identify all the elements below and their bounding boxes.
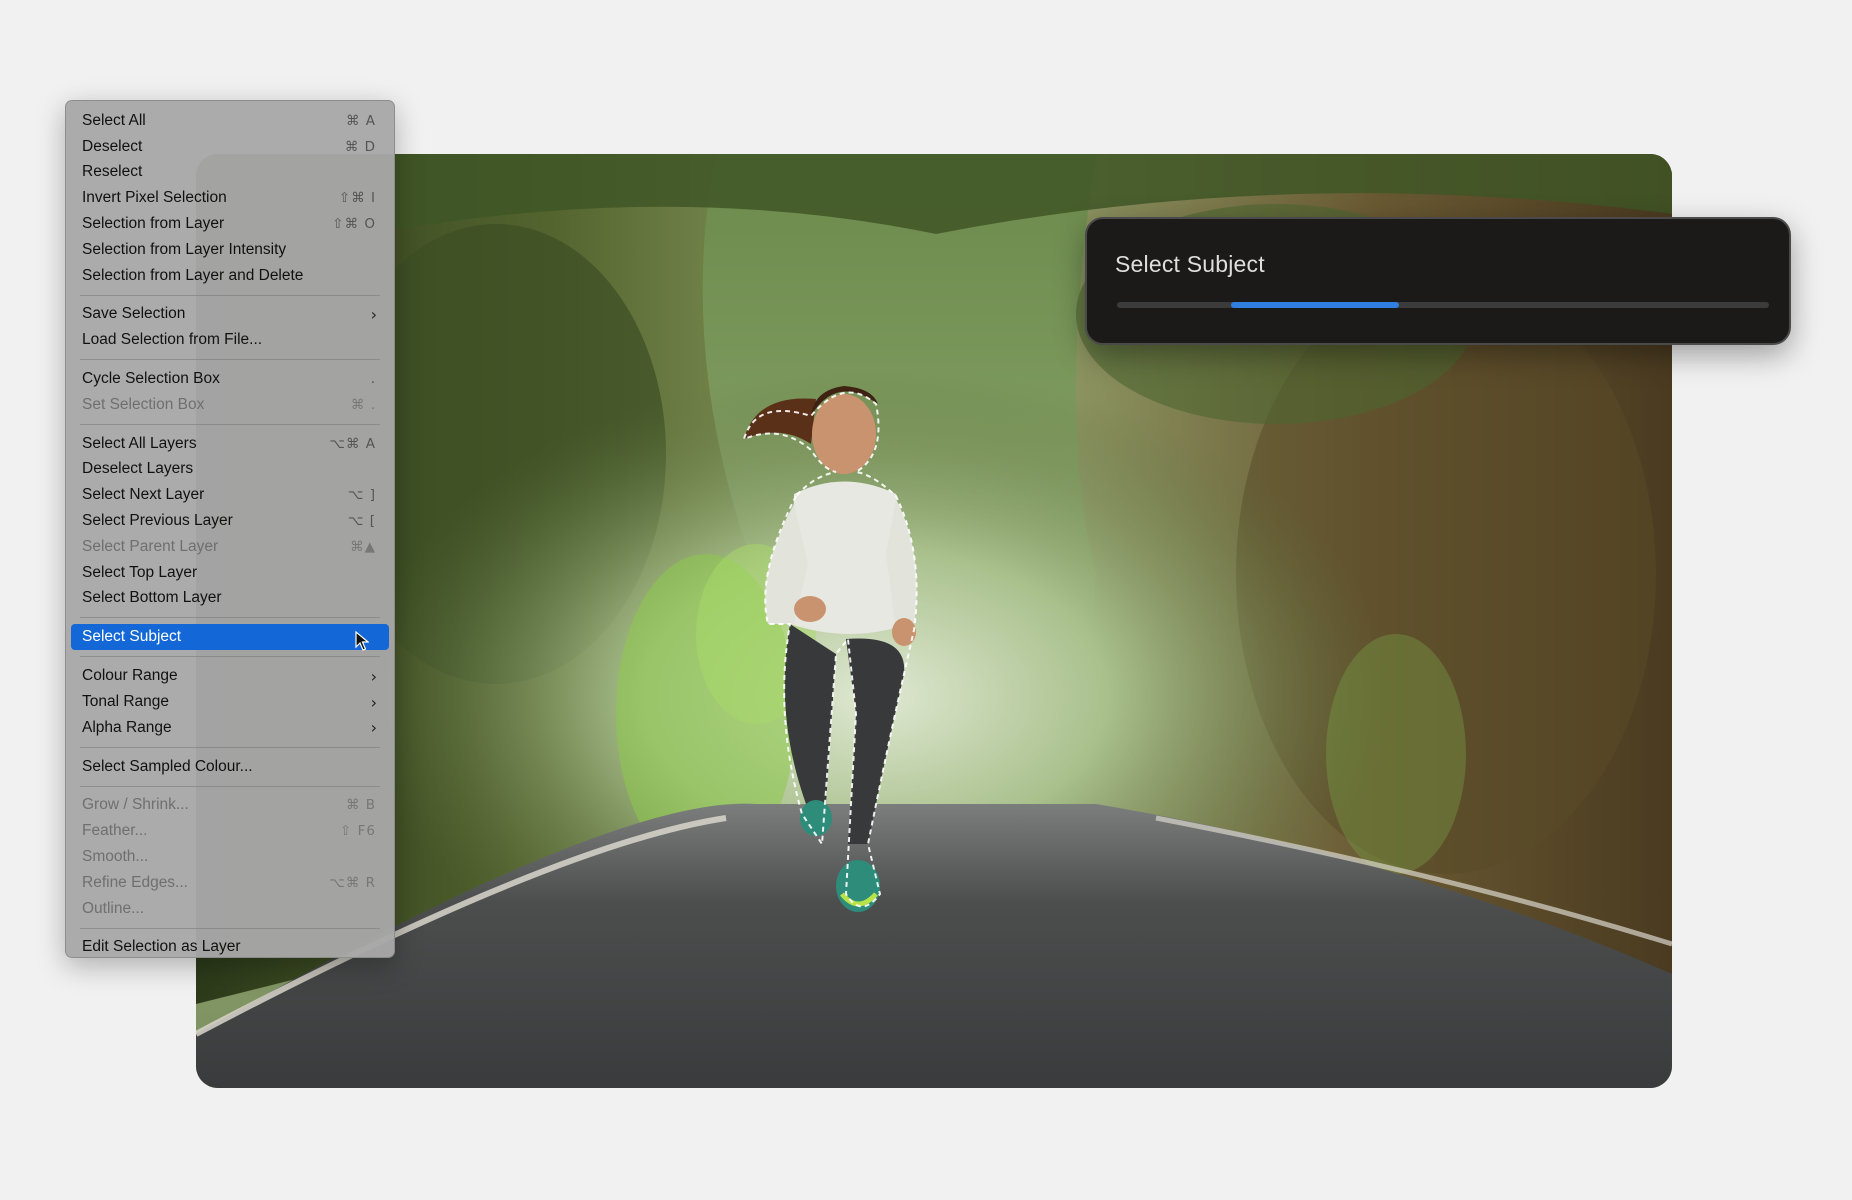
menu-item-label: Select Previous Layer bbox=[82, 512, 233, 530]
menu-separator bbox=[80, 785, 380, 787]
menu-item-label: Edit Selection as Layer bbox=[82, 938, 241, 956]
chevron-right-icon: › bbox=[370, 718, 377, 738]
chevron-right-icon: › bbox=[370, 666, 377, 686]
menu-item-grow-shrink: Grow / Shrink... ⌘ B bbox=[71, 793, 389, 819]
menu-item-shortcut: ⌥ ] bbox=[347, 487, 376, 504]
menu-separator bbox=[80, 294, 380, 296]
menu-item-shortcut: ⇧⌘ I bbox=[338, 190, 376, 207]
menu-item-shortcut: ⌘ D bbox=[344, 138, 376, 155]
menu-item-label: Selection from Layer bbox=[82, 215, 225, 233]
menu-item-label: Select Parent Layer bbox=[82, 537, 219, 555]
menu-item-outline: Outline... bbox=[71, 896, 389, 922]
menu-item-label: Selection from Layer Intensity bbox=[82, 240, 287, 258]
menu-item-label: Save Selection bbox=[82, 305, 186, 323]
menu-item-label: Selection from Layer and Delete bbox=[82, 266, 304, 284]
select-menu: Select All ⌘ A Deselect ⌘ D Reselect Invert P… bbox=[65, 100, 395, 958]
menu-item-alpha-range[interactable]: Alpha Range › bbox=[71, 715, 389, 741]
menu-separator bbox=[80, 656, 380, 658]
menu-item-shortcut: ⇧⌘ O bbox=[332, 216, 376, 233]
menu-item-load-selection-from-file[interactable]: Load Selection from File... bbox=[71, 327, 389, 353]
menu-item-save-selection[interactable]: Save Selection › bbox=[71, 302, 389, 328]
menu-item-label: Grow / Shrink... bbox=[82, 796, 189, 814]
menu-separator bbox=[80, 617, 380, 619]
select-subject-progress-dialog: Select Subject bbox=[1085, 217, 1791, 345]
menu-item-label: Feather... bbox=[82, 822, 148, 840]
menu-item-shortcut: . bbox=[370, 371, 376, 388]
menu-item-select-sampled-colour[interactable]: Select Sampled Colour... bbox=[71, 754, 389, 780]
menu-item-deselect[interactable]: Deselect ⌘ D bbox=[71, 134, 389, 160]
menu-item-label: Select All bbox=[82, 111, 146, 129]
menu-separator bbox=[80, 746, 380, 748]
menu-item-invert-pixel-selection[interactable]: Invert Pixel Selection ⇧⌘ I bbox=[71, 185, 389, 211]
menu-item-shortcut: ⌘ A bbox=[345, 112, 376, 129]
menu-item-select-subject[interactable]: Select Subject bbox=[71, 624, 389, 652]
menu-item-label: Select Bottom Layer bbox=[82, 589, 222, 607]
dialog-title: Select Subject bbox=[1115, 251, 1265, 277]
menu-item-smooth: Smooth... bbox=[71, 844, 389, 870]
menu-item-reselect[interactable]: Reselect bbox=[71, 160, 389, 186]
chevron-right-icon: › bbox=[370, 304, 377, 324]
menu-item-deselect-layers[interactable]: Deselect Layers bbox=[71, 457, 389, 483]
menu-item-select-previous-layer[interactable]: Select Previous Layer ⌥ [ bbox=[71, 508, 389, 534]
menu-separator bbox=[80, 423, 380, 425]
menu-item-label: Load Selection from File... bbox=[82, 331, 263, 349]
menu-item-cycle-selection-box[interactable]: Cycle Selection Box. bbox=[71, 366, 389, 392]
menu-item-label: Reselect bbox=[82, 163, 143, 181]
menu-item-select-bottom-layer[interactable]: Select Bottom Layer bbox=[71, 586, 389, 612]
menu-item-label: Select Next Layer bbox=[82, 486, 205, 504]
menu-item-shortcut: ⌘▲ bbox=[350, 538, 376, 555]
menu-separator bbox=[80, 359, 380, 361]
menu-item-select-all[interactable]: Select All ⌘ A bbox=[71, 108, 389, 134]
menu-item-shortcut: ⌘ B bbox=[345, 797, 376, 814]
menu-item-label: Invert Pixel Selection bbox=[82, 189, 227, 207]
menu-item-select-top-layer[interactable]: Select Top Layer bbox=[71, 560, 389, 586]
menu-item-label: Select All Layers bbox=[82, 434, 197, 452]
menu-item-label: Set Selection Box bbox=[82, 395, 205, 413]
menu-item-selection-from-layer-intensity[interactable]: Selection from Layer Intensity bbox=[71, 237, 389, 263]
menu-item-shortcut: ⌥⌘ R bbox=[329, 874, 376, 891]
menu-item-select-parent-layer: Select Parent Layer ⌘▲ bbox=[71, 534, 389, 560]
progress-fill bbox=[1231, 302, 1400, 308]
menu-item-set-selection-box: Set Selection Box ⌘ . bbox=[71, 392, 389, 418]
menu-item-shortcut: ⌥ [ bbox=[347, 513, 376, 530]
menu-item-shortcut: ⇧ F6 bbox=[340, 823, 376, 840]
menu-item-refine-edges: Refine Edges... ⌥⌘ R bbox=[71, 870, 389, 896]
menu-item-selection-from-layer-and-delete[interactable]: Selection from Layer and Delete bbox=[71, 263, 389, 289]
menu-item-label: Deselect Layers bbox=[82, 460, 194, 478]
menu-item-label: Select Subject bbox=[82, 628, 182, 646]
menu-item-shortcut: ⌘ . bbox=[350, 396, 376, 413]
menu-item-label: Colour Range bbox=[82, 667, 178, 685]
progress-track bbox=[1117, 302, 1769, 308]
cursor-arrow-icon bbox=[355, 631, 369, 652]
menu-item-label: Deselect bbox=[82, 137, 143, 155]
menu-separator bbox=[80, 927, 380, 929]
menu-item-label: Select Top Layer bbox=[82, 563, 198, 581]
menu-item-label: Outline... bbox=[82, 899, 145, 917]
menu-item-label: Select Sampled Colour... bbox=[82, 757, 253, 775]
menu-item-label: Cycle Selection Box bbox=[82, 370, 220, 388]
menu-item-tonal-range[interactable]: Tonal Range › bbox=[71, 689, 389, 715]
menu-item-colour-range[interactable]: Colour Range › bbox=[71, 663, 389, 689]
menu-item-select-next-layer[interactable]: Select Next Layer ⌥ ] bbox=[71, 482, 389, 508]
menu-item-shortcut: ⌥⌘ A bbox=[329, 435, 376, 452]
menu-item-label: Alpha Range bbox=[82, 718, 172, 736]
menu-item-label: Smooth... bbox=[82, 848, 149, 866]
menu-item-edit-selection-as-layer[interactable]: Edit Selection as Layer bbox=[71, 935, 389, 961]
menu-item-label: Refine Edges... bbox=[82, 873, 188, 891]
chevron-right-icon: › bbox=[370, 692, 377, 712]
menu-item-feather: Feather... ⇧ F6 bbox=[71, 818, 389, 844]
menu-item-selection-from-layer[interactable]: Selection from Layer ⇧⌘ O bbox=[71, 211, 389, 237]
menu-item-select-all-layers[interactable]: Select All Layers ⌥⌘ A bbox=[71, 431, 389, 457]
menu-item-label: Tonal Range bbox=[82, 693, 170, 711]
